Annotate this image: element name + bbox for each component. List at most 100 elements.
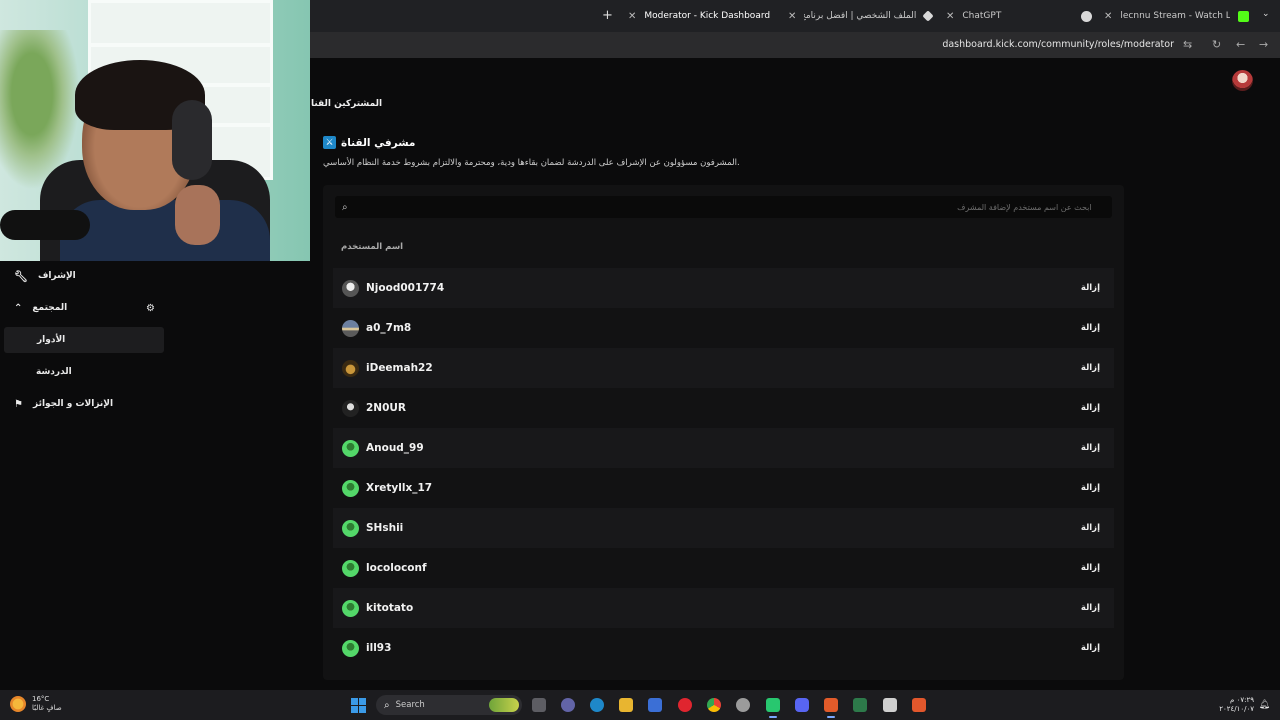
wrench-icon: 🔧︎: [14, 269, 28, 283]
user-settings-icon: ⚙: [146, 302, 155, 314]
clock-time: ٠٧:٢٩ م: [1230, 696, 1254, 704]
remove-moderator-button[interactable]: إزالة: [1081, 403, 1100, 413]
sidebar-item-rewards[interactable]: ⚑ الإنزالات و الجوائز: [14, 391, 113, 417]
tab-title: lecnnu Stream - Watch Live on: [1120, 11, 1231, 21]
microphone-graphic: [0, 210, 90, 240]
tab-chatgpt[interactable]: ✕ ChatGPT: [946, 4, 1092, 28]
headset-graphic: [172, 100, 212, 180]
windows-taskbar: 16°C صافٍ غالبًا ⌕ Search ٠٧:٢٩ م ٢٠٢٤/١…: [0, 690, 1280, 720]
moderator-row: 2N0UR إزالة: [333, 388, 1114, 428]
close-tab-icon[interactable]: ✕: [946, 11, 954, 22]
weather-desc: صافٍ غالبًا: [32, 704, 62, 712]
moderator-search-bar[interactable]: ⌕: [335, 196, 1112, 218]
powerpoint-icon[interactable]: [912, 698, 926, 712]
sidebar-item-chat[interactable]: الدردشة: [36, 359, 72, 385]
task-view-icon[interactable]: [532, 698, 546, 712]
moderator-username[interactable]: SHshii: [366, 522, 403, 534]
sidebar-item-label: المجتمع: [32, 303, 68, 313]
user-avatar[interactable]: [1232, 70, 1253, 91]
avatar: [342, 279, 359, 297]
moderator-row: locoloconf إزالة: [333, 548, 1114, 588]
weather-widget[interactable]: 16°C صافٍ غالبًا: [10, 695, 62, 713]
clock-date: ٢٠٢٤/١٠/٠٧: [1219, 705, 1254, 713]
moderator-row: Njood001774 إزالة: [333, 268, 1114, 308]
remove-moderator-button[interactable]: إزالة: [1081, 603, 1100, 613]
remove-moderator-button[interactable]: إزالة: [1081, 563, 1100, 573]
tab-profile[interactable]: ✕ الملف الشخصي | أفضل برنامج لـ: [788, 4, 934, 28]
system-clock[interactable]: ٠٧:٢٩ م ٢٠٢٤/١٠/٠٧: [1219, 696, 1254, 714]
notification-bell-icon[interactable]: 🔔︎: [1259, 700, 1270, 710]
avatar: [342, 519, 359, 537]
remove-moderator-button[interactable]: إزالة: [1081, 363, 1100, 373]
chatgpt-favicon-icon: [1081, 10, 1092, 22]
tab-title: Moderator - Kick Dashboard: [644, 11, 771, 21]
username-column-header: اسم المستخدم: [341, 242, 404, 252]
moderator-row: kitotato إزالة: [333, 588, 1114, 628]
new-tab-button[interactable]: +: [602, 8, 613, 23]
chrome-icon[interactable]: [707, 698, 721, 712]
remove-moderator-button[interactable]: إزالة: [1081, 523, 1100, 533]
site-settings-icon[interactable]: ⇆: [1183, 38, 1192, 51]
sidebar-item-label: الدردشة: [36, 367, 72, 377]
kick-app-icon[interactable]: [766, 698, 780, 718]
moderator-username[interactable]: locoloconf: [366, 562, 427, 574]
moderator-row: Anoud_99 إزالة: [333, 428, 1114, 468]
chevron-up-icon: ⌃: [14, 302, 23, 314]
close-tab-icon[interactable]: ✕: [788, 11, 796, 22]
remove-moderator-button[interactable]: إزالة: [1081, 323, 1100, 333]
avatar: [342, 479, 359, 497]
avatar: [342, 639, 359, 657]
avatar: [342, 399, 359, 417]
excel-icon[interactable]: [853, 698, 867, 712]
url-field[interactable]: dashboard.kick.com/community/roles/moder…: [942, 39, 1174, 50]
edge-icon[interactable]: [590, 698, 604, 712]
sidebar-item-moderation[interactable]: 🔧︎ الإشراف: [14, 263, 76, 289]
moderator-username[interactable]: kitotato: [366, 602, 413, 614]
moderator-list: Njood001774 إزالة a0_7m8 إزالة iDeemah22 إز…: [333, 268, 1114, 668]
moderator-username[interactable]: ill93: [366, 642, 391, 654]
moderator-search-input[interactable]: [351, 202, 1092, 212]
remove-moderator-button[interactable]: إزالة: [1081, 283, 1100, 293]
app-icon[interactable]: [883, 698, 897, 712]
moderator-username[interactable]: Njood001774: [366, 282, 444, 294]
reload-icon[interactable]: ↻: [1212, 38, 1221, 51]
windows-start-icon[interactable]: [351, 698, 366, 713]
sidebar-item-community[interactable]: ⌃ المجتمع ⚙: [14, 295, 159, 321]
tab-stream[interactable]: ✕ lecnnu Stream - Watch Live on: [1104, 4, 1252, 28]
close-tab-icon[interactable]: ✕: [628, 11, 636, 22]
forward-icon[interactable]: →: [1259, 38, 1268, 51]
tab-title: ChatGPT: [962, 11, 1002, 21]
discord-icon[interactable]: [795, 698, 809, 712]
store-icon[interactable]: [648, 698, 662, 712]
moderator-row: iDeemah22 إزالة: [333, 348, 1114, 388]
section-title: مشرفي القناة: [341, 136, 416, 149]
moderator-username[interactable]: 2N0UR: [366, 402, 406, 414]
moderator-username[interactable]: a0_7m8: [366, 322, 411, 334]
moderator-username[interactable]: Xretyllx_17: [366, 482, 432, 494]
remove-moderator-button[interactable]: إزالة: [1081, 443, 1100, 453]
moderator-row: SHshii إزالة: [333, 508, 1114, 548]
obs-icon[interactable]: [736, 698, 750, 712]
tab-search-chevron-icon[interactable]: ⌄: [1262, 9, 1270, 19]
sidebar-item-roles[interactable]: الأدوار: [4, 327, 164, 353]
tab-moderator-dashboard[interactable]: ✕ Moderator - Kick Dashboard: [628, 4, 774, 28]
avatar: [342, 559, 359, 577]
moderator-username[interactable]: iDeemah22: [366, 362, 433, 374]
remove-moderator-button[interactable]: إزالة: [1081, 643, 1100, 653]
browser-app-icon[interactable]: [824, 698, 838, 718]
section-description: المشرفون مسؤولون عن الإشراف على الدردشة …: [323, 158, 740, 168]
close-tab-icon[interactable]: ✕: [1104, 11, 1112, 22]
opera-icon[interactable]: [678, 698, 692, 712]
taskbar-search[interactable]: ⌕ Search: [376, 695, 522, 715]
taskbar-search-label: Search: [395, 700, 425, 710]
remove-moderator-button[interactable]: إزالة: [1081, 483, 1100, 493]
file-explorer-icon[interactable]: [619, 698, 633, 712]
moderator-username[interactable]: Anoud_99: [366, 442, 424, 454]
search-icon: ⌕: [342, 201, 348, 213]
diamond-favicon-icon: [922, 10, 934, 22]
gift-icon: ⚑: [14, 398, 23, 410]
subscribers-heading[interactable]: المشتركين القنا: [311, 99, 382, 109]
sidebar-item-label: الإشراف: [37, 271, 76, 281]
teams-icon[interactable]: [561, 698, 575, 712]
back-icon[interactable]: ←: [1236, 38, 1245, 51]
